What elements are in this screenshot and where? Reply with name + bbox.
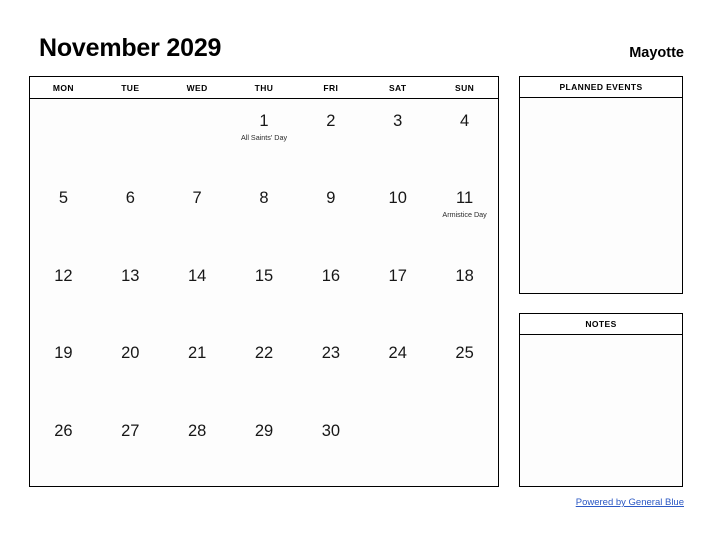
planned-events-body[interactable] [520, 98, 682, 293]
weekday-header-sat: SAT [388, 82, 407, 93]
day-cell-9[interactable]: 9 [297, 176, 364, 253]
day-number: 5 [58, 189, 69, 208]
calendar-week-row: 26 27 28 29 30 [30, 409, 498, 486]
day-cell-23[interactable]: 23 [297, 331, 364, 408]
weekday-header-sun: SUN [455, 82, 475, 93]
day-cell-24[interactable]: 24 [364, 331, 431, 408]
weekday-header-tue: TUE [121, 82, 140, 93]
day-cell-1[interactable]: 1 All Saints' Day [231, 99, 298, 176]
calendar-grid: MON TUE WED THU FRI SAT SUN 1 All Saints' Day 2 3… [29, 76, 499, 487]
page-header: November 2029 Mayotte [0, 0, 712, 76]
day-cell-empty [164, 99, 231, 176]
day-cell-empty [364, 409, 431, 486]
notes-title: NOTES [520, 314, 682, 335]
day-number: 14 [187, 266, 207, 285]
weekday-header-wed: WED [186, 82, 208, 93]
day-number: 21 [187, 344, 207, 363]
day-cell-25[interactable]: 25 [431, 331, 498, 408]
day-number: 4 [459, 112, 470, 130]
day-cell-17[interactable]: 17 [364, 254, 431, 331]
day-cell-19[interactable]: 19 [30, 331, 97, 408]
day-cell-26[interactable]: 26 [30, 409, 97, 486]
day-event-label: Armistice Day [442, 210, 487, 220]
day-cell-18[interactable]: 18 [431, 254, 498, 331]
day-number: 26 [54, 421, 73, 440]
calendar-week-row: 1 All Saints' Day 2 3 4 [30, 99, 498, 176]
day-cell-21[interactable]: 21 [164, 331, 231, 408]
powered-by-link[interactable]: Powered by General Blue [576, 497, 684, 508]
weekday-header-mon: MON [52, 82, 74, 93]
day-cell-27[interactable]: 27 [97, 409, 164, 486]
day-number: 20 [121, 344, 140, 363]
planned-events-panel: PLANNED EVENTS [519, 76, 683, 294]
calendar-weeks: 1 All Saints' Day 2 3 4 5 6 7 8 9 10 11 Armistice Da… [30, 99, 498, 486]
day-number: 8 [259, 189, 269, 208]
day-number: 25 [455, 344, 474, 363]
day-cell-29[interactable]: 29 [231, 409, 298, 486]
day-number: 10 [388, 189, 407, 208]
day-number: 22 [254, 344, 274, 363]
day-number: 11 [456, 189, 474, 208]
day-cell-2[interactable]: 2 [297, 99, 364, 176]
day-number: 13 [121, 266, 140, 285]
day-number: 6 [125, 189, 135, 208]
day-number: 7 [192, 189, 202, 208]
day-number: 2 [326, 112, 336, 130]
day-cell-16[interactable]: 16 [297, 254, 364, 331]
day-cell-8[interactable]: 8 [231, 176, 298, 253]
day-cell-12[interactable]: 12 [30, 254, 97, 331]
day-cell-30[interactable]: 30 [297, 409, 364, 486]
notes-panel: NOTES [519, 313, 683, 487]
day-number: 16 [321, 266, 341, 285]
day-number: 1 [259, 112, 269, 130]
day-cell-empty [97, 99, 164, 176]
day-number: 18 [455, 266, 474, 285]
page-title: November 2029 [39, 34, 222, 62]
day-cell-22[interactable]: 22 [231, 331, 298, 408]
day-number: 28 [187, 421, 207, 440]
day-number: 17 [388, 266, 407, 285]
day-cell-20[interactable]: 20 [97, 331, 164, 408]
day-number: 23 [321, 344, 341, 363]
day-cell-28[interactable]: 28 [164, 409, 231, 486]
day-cell-5[interactable]: 5 [30, 176, 97, 253]
weekday-header-fri: FRI [323, 82, 339, 93]
calendar-week-row: 5 6 7 8 9 10 11 Armistice Day [30, 176, 498, 253]
day-cell-empty [30, 99, 97, 176]
day-cell-7[interactable]: 7 [164, 176, 231, 253]
day-cell-4[interactable]: 4 [431, 99, 498, 176]
day-cell-empty [431, 409, 498, 486]
day-cell-10[interactable]: 10 [364, 176, 431, 253]
day-number: 24 [388, 344, 407, 363]
day-cell-14[interactable]: 14 [164, 254, 231, 331]
notes-body[interactable] [520, 335, 682, 486]
calendar-week-row: 19 20 21 22 23 24 25 [30, 331, 498, 408]
calendar-week-row: 12 13 14 15 16 17 18 [30, 254, 498, 331]
day-cell-6[interactable]: 6 [97, 176, 164, 253]
weekday-header-thu: THU [254, 82, 274, 93]
day-cell-15[interactable]: 15 [231, 254, 298, 331]
day-number: 19 [54, 344, 73, 363]
day-number: 29 [254, 421, 274, 440]
day-cell-13[interactable]: 13 [97, 254, 164, 331]
day-number: 30 [321, 421, 341, 440]
day-number: 27 [121, 421, 140, 440]
day-number: 12 [54, 266, 73, 285]
weekday-header-row: MON TUE WED THU FRI SAT SUN [30, 77, 498, 99]
planned-events-title: PLANNED EVENTS [520, 77, 682, 98]
day-cell-11[interactable]: 11 Armistice Day [431, 176, 498, 253]
day-cell-3[interactable]: 3 [364, 99, 431, 176]
day-number: 9 [326, 189, 336, 208]
day-number: 3 [393, 112, 403, 130]
day-event-label: All Saints' Day [240, 133, 288, 142]
region-label: Mayotte [629, 45, 684, 61]
day-number: 15 [254, 266, 274, 285]
